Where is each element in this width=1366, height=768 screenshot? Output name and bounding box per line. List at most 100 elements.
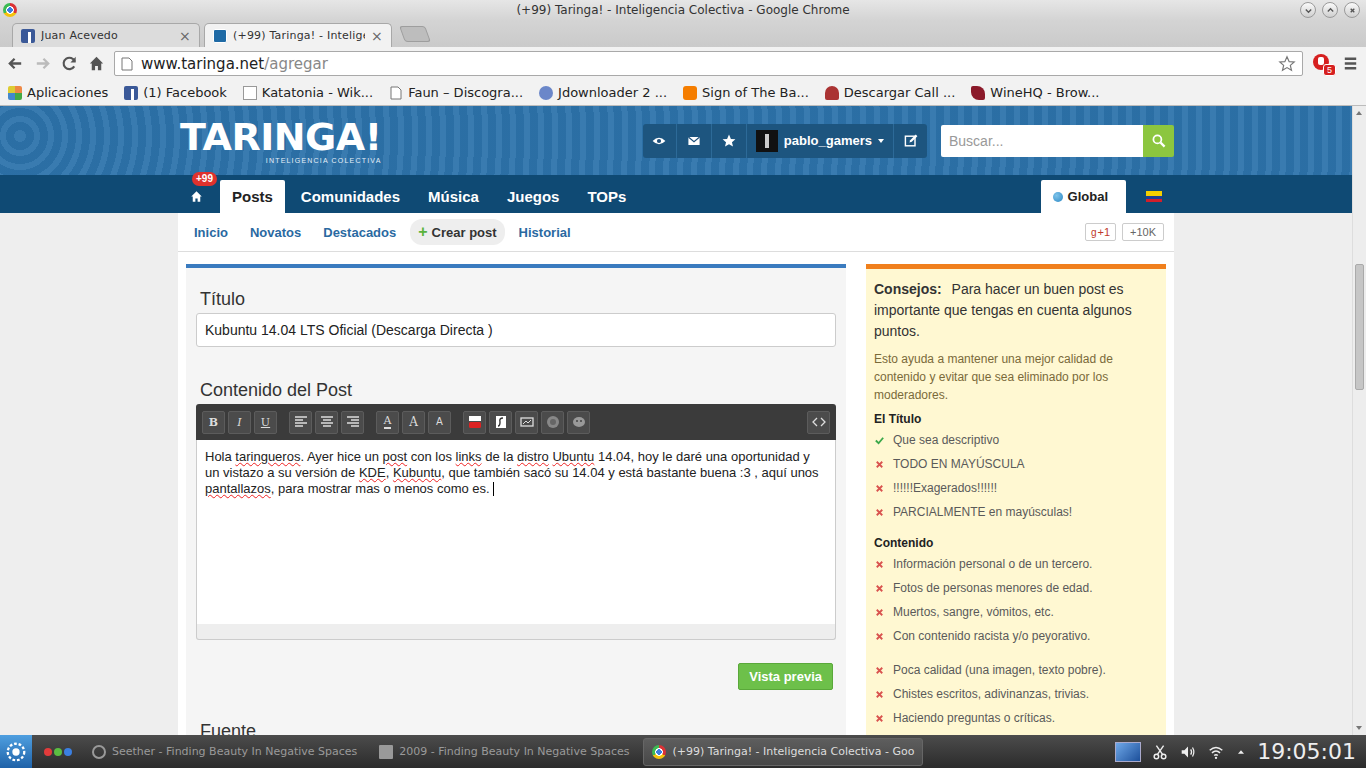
- toolbar-button[interactable]: B: [202, 411, 225, 434]
- nav-tab[interactable]: Música: [416, 180, 491, 213]
- toolbar-button[interactable]: [463, 411, 486, 434]
- bookmark[interactable]: Faun – Discogra...: [389, 85, 523, 100]
- tip-item: PARCIALMENTE en mayúsculas!: [874, 500, 1158, 524]
- tips-panel: Consejos: Para hacer un buen post es imp…: [866, 264, 1166, 735]
- back-icon[interactable]: [6, 54, 25, 73]
- flash-icon: [494, 415, 508, 429]
- username: pablo_gamers: [784, 133, 872, 148]
- google-plus-button[interactable]: g+1: [1085, 223, 1116, 241]
- cross-icon: [874, 583, 885, 594]
- tab-label: (+99) Taringa! - Inteligenc: [233, 29, 365, 42]
- home-tab[interactable]: +99: [180, 180, 212, 213]
- align-left-icon: [294, 415, 308, 429]
- browser-tab[interactable]: Juan Acevedo ×: [12, 23, 200, 47]
- toolbar-button[interactable]: [315, 411, 338, 434]
- taringa-icon: [213, 29, 227, 43]
- scroll-up-icon[interactable]: [1353, 106, 1366, 120]
- subnav-link[interactable]: Novatos: [242, 220, 309, 245]
- bookmark[interactable]: WineHQ - Brow...: [971, 85, 1099, 100]
- task-button[interactable]: 2009 - Finding Beauty In Negative Spaces: [371, 739, 637, 765]
- bookmark[interactable]: Sign of The Ba...: [683, 85, 809, 100]
- nav-tab[interactable]: Comunidades: [289, 180, 412, 213]
- toolbar-button[interactable]: A: [402, 411, 425, 434]
- task-button[interactable]: (+99) Taringa! - Inteligencia Colectiva …: [643, 738, 923, 766]
- region-tab[interactable]: Global: [1041, 180, 1126, 213]
- close-button[interactable]: [1344, 2, 1360, 18]
- logo-text: TARINGA!: [180, 118, 382, 156]
- address-bar[interactable]: www.taringa.net/agregar: [114, 51, 1303, 76]
- cross-icon: [874, 689, 885, 700]
- editor-resize-bar[interactable]: [196, 624, 836, 640]
- toolbar-button[interactable]: [515, 411, 538, 434]
- nav-tab[interactable]: TOPs: [575, 180, 638, 213]
- user-toolbar: pablo_gamers: [643, 124, 927, 158]
- menu-icon[interactable]: [1341, 54, 1360, 73]
- bookmark-star-icon[interactable]: [1278, 55, 1296, 73]
- bookmark-label: Faun – Discogra...: [408, 85, 523, 100]
- editor-body[interactable]: Hola taringueros. Ayer hice un post con …: [196, 440, 836, 624]
- title-input[interactable]: Kubuntu 14.04 LTS Oficial (Descarga Dire…: [196, 313, 836, 347]
- tray-expand-icon[interactable]: [1235, 746, 1247, 758]
- maximize-button[interactable]: [1322, 2, 1338, 18]
- site-logo[interactable]: TARINGA! INTELIGENCIA COLECTIVA: [180, 118, 382, 164]
- toolbar-button[interactable]: [289, 411, 312, 434]
- bookmark[interactable]: Descargar Call ...: [825, 85, 956, 100]
- bookmark[interactable]: (1) Facebook: [124, 85, 227, 100]
- activity-pager[interactable]: [38, 748, 78, 756]
- toolbar-button[interactable]: U: [254, 411, 277, 434]
- subnav-link[interactable]: Historial: [511, 220, 579, 245]
- eye-icon[interactable]: [651, 133, 667, 149]
- subnav-link[interactable]: Destacados: [315, 220, 404, 245]
- scroll-down-icon[interactable]: [1353, 721, 1366, 735]
- speaker-icon[interactable]: [1179, 743, 1197, 761]
- extension-button[interactable]: 5: [1311, 53, 1333, 75]
- toolbar-button[interactable]: I: [228, 411, 251, 434]
- toolbar-button[interactable]: [341, 411, 364, 434]
- bookmark[interactable]: Jdownloader 2 ...: [539, 85, 667, 100]
- search-input[interactable]: [941, 125, 1143, 157]
- edit-icon[interactable]: [903, 133, 919, 149]
- nav-tab[interactable]: Posts: [220, 180, 285, 213]
- taskbar: Seether - Finding Beauty In Negative Spa…: [0, 735, 1366, 768]
- minimize-button[interactable]: [1300, 2, 1316, 18]
- page: TARINGA! INTELIGENCIA COLECTIVA pablo_ga…: [0, 106, 1352, 735]
- tab-close-button[interactable]: ×: [371, 29, 383, 43]
- toolbar-button[interactable]: A: [428, 411, 451, 434]
- chrome-icon: [652, 745, 666, 759]
- task-button[interactable]: Seether - Finding Beauty In Negative Spa…: [84, 739, 365, 765]
- nav-tab[interactable]: Juegos: [495, 180, 572, 213]
- subnav-link[interactable]: Inicio: [186, 220, 236, 245]
- search-button[interactable]: [1143, 125, 1174, 157]
- flag-icon[interactable]: [1146, 191, 1162, 202]
- subnav-link[interactable]: +Crear post: [410, 219, 504, 245]
- toolbar-button[interactable]: [489, 411, 512, 434]
- forward-icon[interactable]: [33, 54, 52, 73]
- scissors-icon[interactable]: [1151, 743, 1169, 761]
- toolbar-button[interactable]: A: [376, 411, 399, 434]
- window-title: (+99) Taringa! - Inteligencia Colectiva …: [70, 3, 1296, 17]
- bookmark[interactable]: Aplicaciones: [8, 85, 108, 100]
- wifi-icon[interactable]: [1207, 743, 1225, 761]
- envelope-icon[interactable]: [686, 133, 702, 149]
- new-tab-button[interactable]: [399, 26, 431, 42]
- scroll-thumb[interactable]: [1355, 264, 1364, 390]
- source-toggle-button[interactable]: [807, 411, 830, 434]
- toolbar-button[interactable]: [541, 411, 564, 434]
- user-menu[interactable]: pablo_gamers: [756, 130, 884, 152]
- display-icon[interactable]: [1115, 742, 1141, 762]
- home-icon[interactable]: [87, 54, 106, 73]
- bookmark-label: WineHQ - Brow...: [990, 85, 1099, 100]
- application-launcher[interactable]: [0, 735, 32, 768]
- preview-button[interactable]: Vista previa: [738, 663, 833, 690]
- tab-close-button[interactable]: ×: [179, 29, 191, 43]
- clock[interactable]: 19:05:01: [1257, 739, 1356, 764]
- browser-tab[interactable]: (+99) Taringa! - Inteligenc ×: [204, 23, 392, 47]
- scrollbar[interactable]: [1352, 106, 1366, 735]
- editor-toolbar: BIUAAA: [196, 404, 836, 440]
- bookmark[interactable]: Katatonia - Wik...: [243, 85, 373, 100]
- toolbar-button[interactable]: [567, 411, 590, 434]
- star-icon[interactable]: [721, 133, 737, 149]
- window-controls: [1296, 2, 1366, 18]
- jdownloader-icon: [539, 86, 553, 100]
- reload-icon[interactable]: [60, 54, 79, 73]
